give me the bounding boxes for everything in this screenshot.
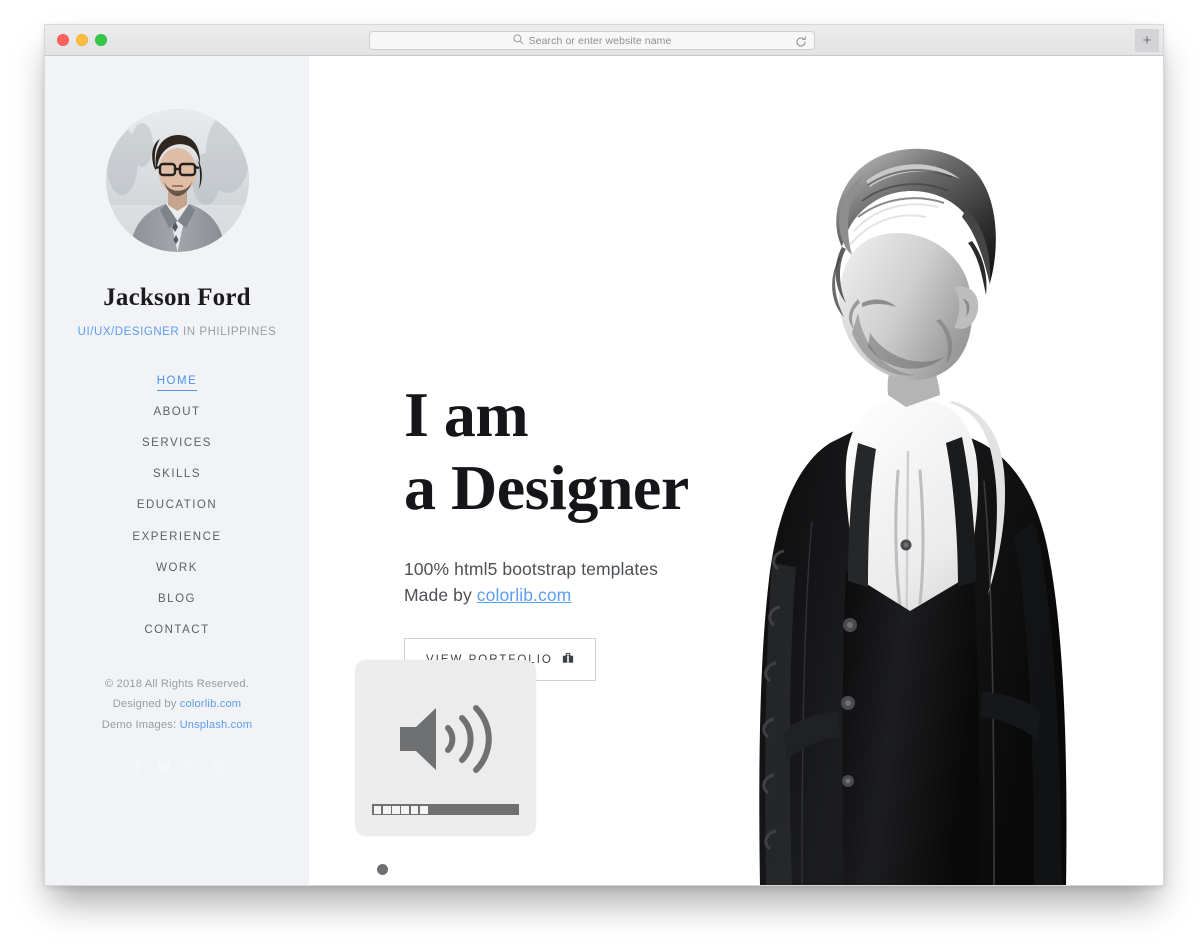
search-icon bbox=[512, 32, 524, 50]
sidebar-item-education[interactable]: EDUCATION bbox=[45, 490, 309, 521]
facebook-icon[interactable] bbox=[129, 759, 144, 774]
instagram-icon[interactable] bbox=[183, 759, 198, 774]
volume-segment bbox=[401, 805, 410, 814]
site-sidebar: Jackson Ford UI/UX/DESIGNER IN PHILIPPIN… bbox=[45, 56, 309, 885]
person-role-location: IN PHILIPPINES bbox=[179, 326, 277, 338]
volume-segment bbox=[382, 805, 391, 814]
hero-photo-image bbox=[662, 56, 1106, 885]
speaker-volume-high-icon bbox=[394, 700, 498, 778]
hero-photo bbox=[662, 56, 1106, 885]
copyright-text: © 2018 All Rights Reserved. bbox=[104, 677, 250, 690]
avatar-photo bbox=[105, 109, 249, 252]
made-by-label: Made by bbox=[404, 585, 477, 605]
hero-subtitle-line-2: Made by colorlib.com bbox=[404, 582, 689, 608]
demo-images-line: Demo Images: Unsplash.com bbox=[45, 715, 309, 736]
sidebar-item-label: CONTACT bbox=[144, 624, 210, 637]
volume-segment bbox=[410, 805, 419, 814]
carousel-dots bbox=[377, 864, 388, 886]
person-role-accent: UI/UX/DESIGNER bbox=[77, 326, 180, 338]
unsplash-link[interactable]: Unsplash.com bbox=[180, 719, 253, 731]
hero-title-line-2: a Designer bbox=[404, 452, 689, 523]
linkedin-icon[interactable] bbox=[210, 759, 225, 774]
sidebar-item-label: EDUCATION bbox=[136, 499, 218, 512]
close-window-button[interactable] bbox=[57, 34, 69, 46]
sidebar-footer: © 2018 All Rights Reserved. Designed by … bbox=[45, 674, 309, 775]
briefcase-icon bbox=[562, 652, 574, 667]
sidebar-item-work[interactable]: WORK bbox=[45, 552, 309, 583]
sidebar-item-label: BLOG bbox=[158, 592, 196, 605]
sidebar-item-services[interactable]: SERVICES bbox=[45, 427, 309, 458]
twitter-icon[interactable] bbox=[156, 759, 171, 774]
hero-colorlib-link[interactable]: colorlib.com bbox=[477, 585, 572, 605]
omnibox-content: Search or enter website name bbox=[512, 32, 672, 50]
sidebar-item-label: WORK bbox=[156, 561, 198, 574]
sidebar-item-label: EXPERIENCE bbox=[132, 530, 222, 543]
sidebar-item-blog[interactable]: BLOG bbox=[45, 583, 309, 614]
volume-segment bbox=[392, 805, 400, 814]
page-viewport: Jackson Ford UI/UX/DESIGNER IN PHILIPPIN… bbox=[45, 56, 1163, 886]
sidebar-item-skills[interactable]: SKILLS bbox=[45, 459, 309, 490]
window-traffic-lights bbox=[57, 34, 107, 46]
sidebar-item-about[interactable]: ABOUT bbox=[45, 396, 309, 427]
colorlib-link[interactable]: colorlib.com bbox=[180, 698, 242, 710]
address-search-bar[interactable]: Search or enter website name bbox=[369, 31, 815, 50]
carousel-dot-2[interactable] bbox=[377, 885, 388, 886]
demo-images-label: Demo Images: bbox=[101, 718, 180, 731]
new-tab-button[interactable]: + bbox=[1135, 29, 1159, 52]
designed-by-line: Designed by colorlib.com bbox=[45, 694, 309, 715]
volume-segment bbox=[373, 805, 382, 814]
page-title: Jackson Ford bbox=[103, 284, 251, 311]
plus-icon: + bbox=[1142, 32, 1152, 49]
volume-level-bar[interactable] bbox=[372, 804, 519, 815]
sidebar-item-experience[interactable]: EXPERIENCE bbox=[45, 521, 309, 552]
hero-section: I am a Designer 100% html5 bootstrap tem… bbox=[309, 56, 1163, 886]
sidebar-item-label: HOME bbox=[156, 374, 198, 391]
sidebar-item-home[interactable]: HOME bbox=[45, 365, 309, 396]
volume-segment bbox=[419, 805, 428, 814]
reload-icon[interactable] bbox=[794, 35, 807, 48]
hero-subtitle: 100% html5 bootstrap templates Made by c… bbox=[404, 556, 689, 608]
browser-window: Search or enter website name + Jackson F… bbox=[44, 24, 1164, 886]
hero-subtitle-line-1: 100% html5 bootstrap templates bbox=[404, 559, 658, 579]
hero-copy: I am a Designer 100% html5 bootstrap tem… bbox=[404, 378, 689, 681]
hero-title-line-1: I am bbox=[404, 379, 529, 450]
volume-osd-overlay bbox=[355, 660, 536, 836]
hero-title: I am a Designer bbox=[404, 378, 689, 524]
carousel-dot-1[interactable] bbox=[377, 864, 388, 875]
avatar bbox=[105, 109, 249, 252]
omnibox-placeholder: Search or enter website name bbox=[528, 34, 672, 47]
minimize-window-button[interactable] bbox=[76, 34, 88, 46]
maximize-window-button[interactable] bbox=[95, 34, 107, 46]
browser-titlebar: Search or enter website name + bbox=[45, 25, 1163, 56]
sidebar-item-label: ABOUT bbox=[153, 405, 201, 418]
screenshot-root: Search or enter website name + Jackson F… bbox=[0, 0, 1200, 946]
sidebar-nav: HOME ABOUT SERVICES SKILLS EDUCATION EXP… bbox=[45, 365, 309, 646]
person-role: UI/UX/DESIGNER IN PHILIPPINES bbox=[45, 326, 309, 338]
sidebar-item-contact[interactable]: CONTACT bbox=[45, 615, 309, 646]
sidebar-item-label: SERVICES bbox=[142, 436, 212, 449]
sidebar-item-label: SKILLS bbox=[153, 468, 201, 481]
designed-by-label: Designed by bbox=[112, 698, 180, 711]
social-links bbox=[45, 759, 309, 774]
